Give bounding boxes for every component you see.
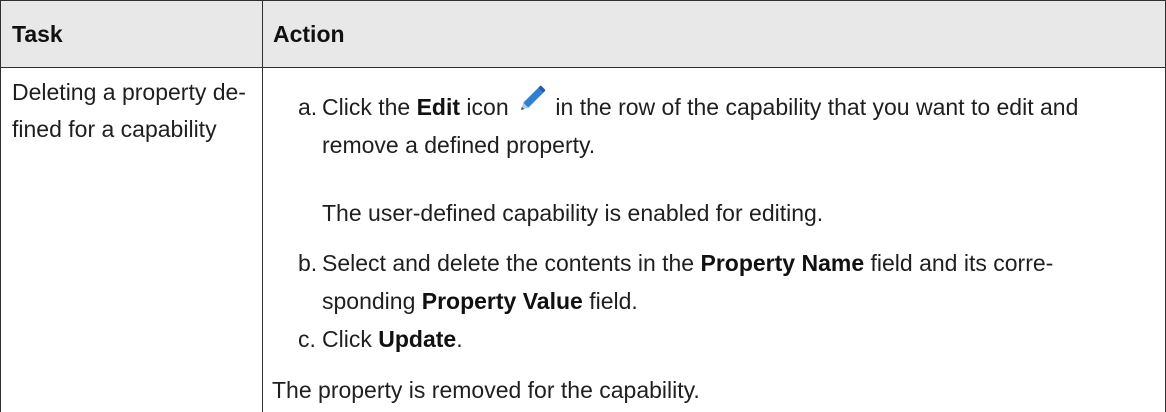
action-cell: a. Click the Edit icon in the row of the…	[272, 85, 1152, 409]
step-text-line: Click the Edit icon in the row of the ca…	[322, 85, 1152, 126]
ui-term-property-value: Property Value	[421, 288, 583, 314]
step-c: c. Click Update.	[272, 320, 1152, 358]
step-text-line: remove a defined property.	[322, 132, 596, 158]
step-text: field.	[582, 288, 638, 314]
ui-term-update: Update	[378, 326, 457, 352]
step-text: .	[456, 326, 463, 352]
step-text: Click	[322, 326, 379, 352]
step-text: sponding	[322, 288, 422, 314]
table-header-row: Task Action	[1, 1, 1165, 68]
step-text: icon	[460, 94, 516, 120]
step-text: Click the	[322, 94, 417, 120]
task-action-table: Task Action Deleting a property de- fine…	[0, 0, 1166, 412]
column-divider	[262, 1, 263, 412]
step-text: field and its corre-	[864, 250, 1054, 276]
step-result-note: The user-defined capability is enabled f…	[322, 200, 824, 226]
step-marker: c.	[298, 326, 316, 352]
step-marker: a.	[298, 94, 318, 120]
task-text-line: Deleting a property de-	[12, 79, 246, 105]
ui-term-property-name: Property Name	[700, 250, 865, 276]
step-list: a. Click the Edit icon in the row of the…	[272, 85, 1152, 358]
step-text-line: sponding Property Value field.	[322, 282, 1152, 320]
column-header-action: Action	[273, 21, 345, 47]
ui-term-edit: Edit	[416, 94, 461, 120]
step-text: in the row of the capability that you wa…	[549, 94, 1079, 120]
column-header-task: Task	[12, 21, 63, 47]
step-text: Select and delete the contents in the	[322, 250, 701, 276]
task-text-line: fined for a capability	[12, 116, 217, 142]
step-a: a. Click the Edit icon in the row of the…	[272, 85, 1152, 232]
task-cell: Deleting a property de- fined for a capa…	[12, 74, 256, 148]
step-text-line: Select and delete the contents in the Pr…	[322, 244, 1152, 282]
pencil-edit-icon	[517, 84, 547, 114]
step-marker: b.	[298, 250, 318, 276]
action-result-text: The property is removed for the capabili…	[272, 377, 700, 403]
step-b: b. Select and delete the contents in the…	[272, 244, 1152, 320]
step-text-line: Click Update.	[322, 320, 1152, 358]
